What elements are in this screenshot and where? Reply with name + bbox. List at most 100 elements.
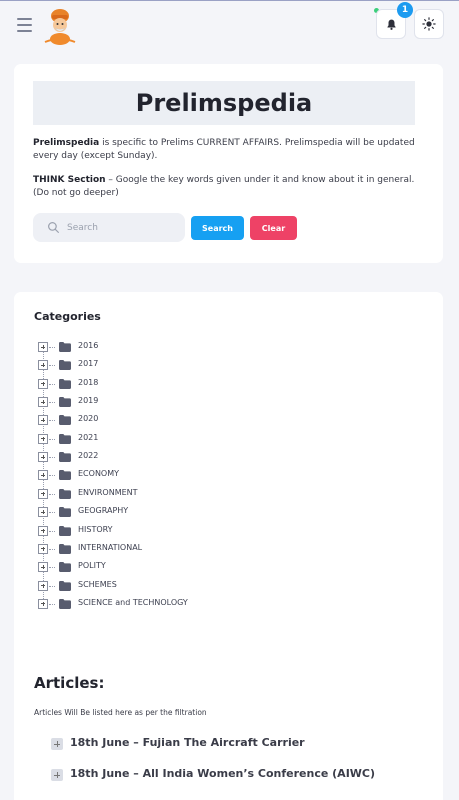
categories-title: Categories: [34, 310, 101, 323]
category-item[interactable]: 2022: [38, 450, 338, 464]
category-label: ENVIRONMENT: [78, 487, 138, 497]
article-title: 18th June – All India Women’s Conference…: [70, 767, 376, 780]
intro-description: Prelimspedia is specific to Prelims CURR…: [33, 137, 423, 163]
theme-toggle-button[interactable]: [414, 9, 444, 39]
article-item[interactable]: 18th June – Fujian The Aircraft Carrier: [50, 735, 430, 753]
category-label: 2022: [78, 451, 99, 461]
think-section-description: THINK Section – Google the key words giv…: [33, 174, 423, 200]
category-item[interactable]: 2021: [38, 432, 338, 446]
clear-button[interactable]: Clear: [250, 216, 297, 240]
expand-icon[interactable]: [38, 580, 48, 591]
expand-article-icon[interactable]: [51, 738, 63, 750]
tree-branch-line: [49, 420, 55, 422]
folder-icon: [59, 360, 71, 371]
expand-icon[interactable]: [38, 507, 48, 518]
category-label: 2016: [78, 341, 99, 350]
category-item[interactable]: ENVIRONMENT: [38, 487, 338, 501]
category-item[interactable]: 2016: [38, 340, 338, 354]
category-item[interactable]: SCHEMES: [38, 579, 338, 593]
category-item[interactable]: POLITY: [38, 560, 338, 574]
articles-note: Articles Will Be listed here as per the …: [34, 708, 207, 717]
folder-icon: [59, 470, 71, 481]
folder-icon: [59, 488, 71, 499]
expand-icon[interactable]: [38, 562, 48, 573]
folder-icon: [59, 507, 71, 518]
tree-branch-line: [49, 493, 55, 495]
expand-article-icon[interactable]: [51, 769, 63, 781]
category-item[interactable]: SCIENCE and TECHNOLOGY: [38, 597, 338, 611]
expand-icon[interactable]: [38, 470, 48, 481]
expand-icon[interactable]: [38, 488, 48, 499]
category-item[interactable]: GEOGRAPHY: [38, 505, 338, 519]
expand-icon[interactable]: [38, 452, 48, 463]
mascot-logo[interactable]: [41, 6, 79, 46]
folder-icon: [59, 342, 71, 352]
tree-branch-line: [49, 457, 55, 459]
intro-card: Prelimspedia Prelimspedia is specific to…: [14, 64, 443, 263]
category-label: GEOGRAPHY: [78, 506, 129, 516]
intro-description-bold: Prelimspedia: [33, 138, 100, 148]
tree-branch-line: [49, 365, 55, 367]
category-item[interactable]: HISTORY: [38, 524, 338, 538]
categories-card: Categories 2016 2017 2018 2019 2020 2021 2022 E…: [14, 292, 443, 800]
tree-branch-line: [49, 475, 55, 477]
tree-branch-line: [49, 530, 55, 532]
tree-branch-line: [49, 512, 55, 514]
expand-icon[interactable]: [38, 415, 48, 426]
folder-icon: [59, 598, 71, 609]
hamburger-icon[interactable]: [17, 18, 32, 32]
category-item[interactable]: INTERNATIONAL: [38, 542, 338, 556]
category-item[interactable]: 2017: [38, 358, 338, 372]
category-label: 2020: [78, 414, 99, 424]
category-item[interactable]: 2020: [38, 413, 338, 427]
category-item[interactable]: 2019: [38, 395, 338, 409]
category-item[interactable]: 2018: [38, 377, 338, 391]
notification-count-badge: 1: [397, 2, 413, 18]
folder-icon: [59, 580, 71, 591]
expand-icon[interactable]: [38, 598, 48, 609]
tree-branch-line: [49, 567, 55, 569]
category-label: 2018: [78, 377, 99, 387]
folder-icon: [59, 433, 71, 444]
category-label: 2019: [78, 396, 99, 406]
tree-branch-line: [49, 347, 55, 348]
category-label: ECONOMY: [78, 469, 120, 479]
tree-branch-line: [49, 402, 55, 404]
folder-icon: [59, 543, 71, 554]
category-item[interactable]: ECONOMY: [38, 468, 338, 482]
category-label: 2017: [78, 359, 99, 369]
sun-icon: [422, 17, 436, 31]
top-bar: 1: [0, 1, 459, 47]
tree-branch-line: [49, 548, 55, 550]
expand-icon[interactable]: [38, 342, 48, 352]
expand-icon[interactable]: [38, 543, 48, 554]
tree-branch-line: [49, 438, 55, 440]
tree-branch-line: [49, 603, 55, 605]
article-item[interactable]: 18th June – All India Women’s Conference…: [50, 766, 430, 784]
folder-icon: [59, 452, 71, 463]
expand-icon[interactable]: [38, 525, 48, 536]
folder-icon: [59, 378, 71, 389]
category-label: HISTORY: [78, 524, 113, 534]
search-icon: [48, 222, 59, 233]
folder-icon: [59, 415, 71, 426]
category-label: 2021: [78, 432, 99, 442]
bell-icon: [386, 19, 396, 30]
articles-title: Articles:: [34, 674, 105, 692]
search-box: [33, 213, 185, 242]
search-button[interactable]: Search: [191, 216, 244, 240]
category-label: SCIENCE and TECHNOLOGY: [78, 597, 188, 607]
article-title: 18th June – Fujian The Aircraft Carrier: [70, 736, 305, 749]
expand-icon[interactable]: [38, 378, 48, 389]
search-input[interactable]: [67, 219, 177, 236]
folder-icon: [59, 525, 71, 536]
expand-icon[interactable]: [38, 360, 48, 371]
category-label: POLITY: [78, 561, 106, 571]
expand-icon[interactable]: [38, 397, 48, 408]
category-label: INTERNATIONAL: [78, 542, 143, 552]
page-title: Prelimspedia: [33, 81, 415, 125]
think-section-bold: THINK Section: [33, 175, 106, 185]
folder-icon: [59, 562, 71, 573]
category-label: SCHEMES: [78, 579, 117, 589]
expand-icon[interactable]: [38, 433, 48, 444]
